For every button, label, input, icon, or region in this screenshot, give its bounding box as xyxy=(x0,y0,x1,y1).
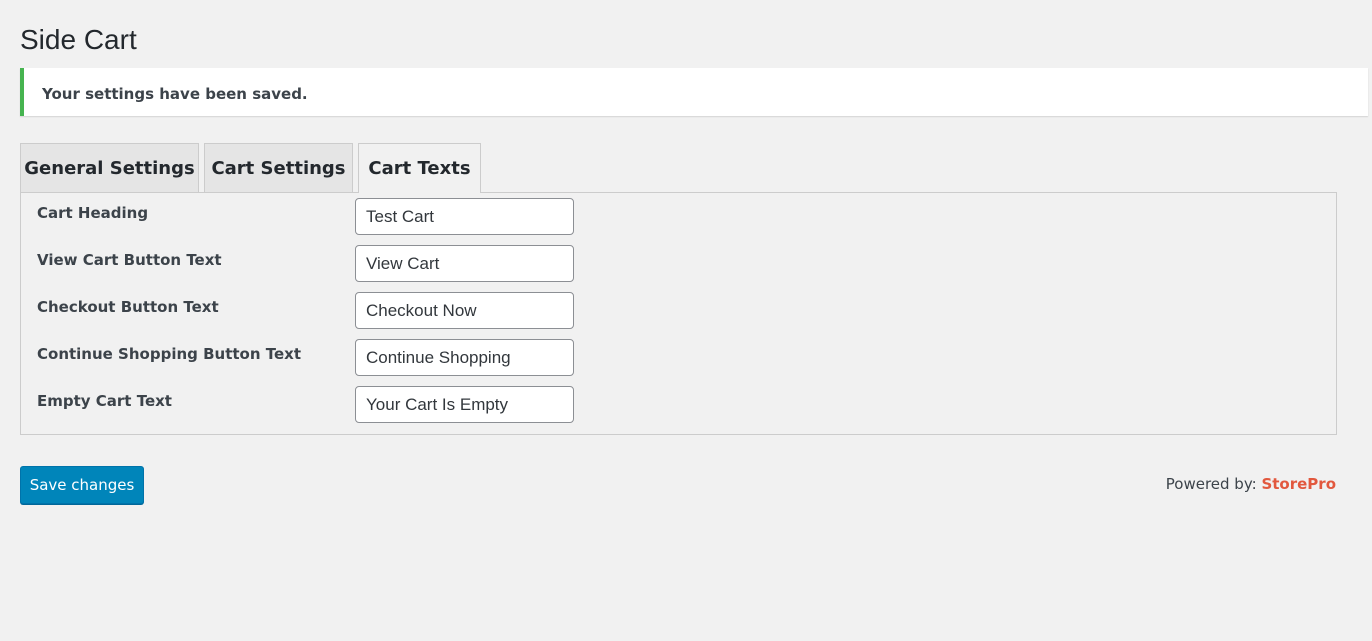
checkout-button-text-label: Checkout Button Text xyxy=(37,298,219,316)
notice-message: Your settings have been saved. xyxy=(42,85,308,103)
tab-general-settings[interactable]: General Settings xyxy=(20,143,199,192)
success-notice: Your settings have been saved. xyxy=(20,68,1368,116)
field-row-continue-shopping-button-text: Continue Shopping Button Text xyxy=(21,334,1336,376)
tab-cart-texts[interactable]: Cart Texts xyxy=(358,143,481,193)
empty-cart-text-label: Empty Cart Text xyxy=(37,392,172,410)
continue-shopping-button-text-label: Continue Shopping Button Text xyxy=(37,345,302,363)
view-cart-button-text-label: View Cart Button Text xyxy=(37,251,222,269)
field-row-checkout-button-text: Checkout Button Text xyxy=(21,287,1336,329)
storepro-link[interactable]: StorePro xyxy=(1261,475,1336,493)
field-row-empty-cart-text: Empty Cart Text xyxy=(21,381,1336,423)
field-row-cart-heading: Cart Heading xyxy=(21,193,1336,235)
cart-heading-input[interactable] xyxy=(355,198,574,235)
checkout-button-text-input[interactable] xyxy=(355,292,574,329)
field-row-view-cart-button-text: View Cart Button Text xyxy=(21,240,1336,282)
cart-texts-panel: Cart Heading View Cart Button Text Check… xyxy=(20,192,1337,435)
view-cart-button-text-input[interactable] xyxy=(355,245,574,282)
continue-shopping-button-text-input[interactable] xyxy=(355,339,574,376)
empty-cart-text-input[interactable] xyxy=(355,386,574,423)
save-changes-button[interactable]: Save changes xyxy=(20,466,144,504)
powered-by-label: Powered by: xyxy=(1165,475,1257,493)
tab-cart-settings[interactable]: Cart Settings xyxy=(204,143,353,192)
page-title: Side Cart xyxy=(20,24,137,55)
cart-heading-label: Cart Heading xyxy=(37,204,149,222)
powered-by: Powered by: StorePro xyxy=(1166,475,1336,493)
